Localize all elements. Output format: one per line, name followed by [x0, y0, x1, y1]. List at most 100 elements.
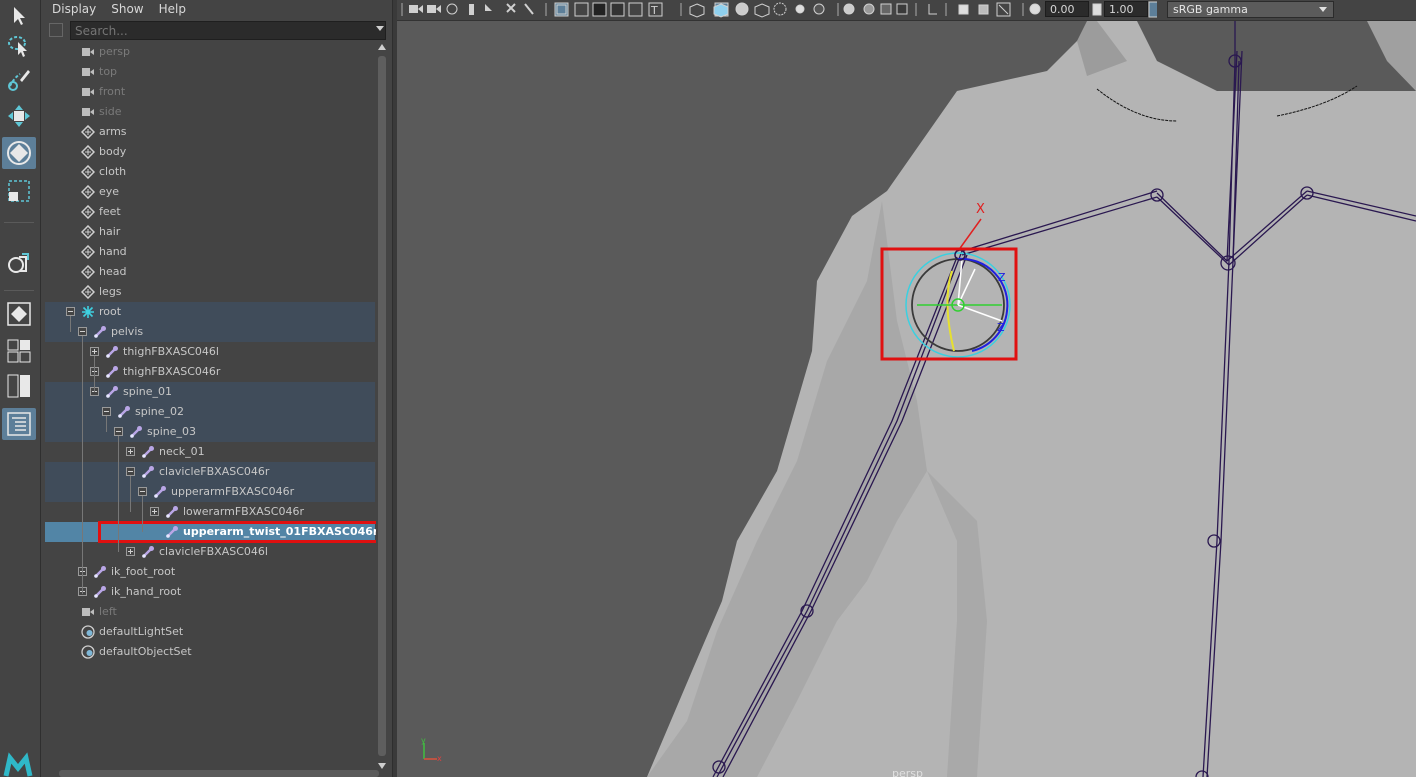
- lasso-tool-icon[interactable]: [2, 30, 36, 62]
- outliner-layout-icon[interactable]: [2, 408, 36, 440]
- outliner-item-label: top: [99, 65, 118, 78]
- outliner-item-root[interactable]: root: [45, 302, 375, 322]
- joint-icon: [105, 345, 119, 359]
- manipulator-x-label: X: [976, 202, 985, 217]
- outliner-item-upperarm-twist-01fbxasc046r[interactable]: upperarm_twist_01FBXASC046r: [45, 521, 379, 543]
- outliner-horizontal-scrollbar[interactable]: [59, 770, 379, 777]
- tree-guide-line: [82, 336, 83, 594]
- outliner-item-label: ik_foot_root: [111, 565, 176, 578]
- outliner-item-label: upperarmFBXASC046r: [171, 485, 295, 498]
- outliner-item-label: thighFBXASC046r: [123, 365, 221, 378]
- tree-guide-line: [106, 416, 107, 432]
- expand-icon[interactable]: [90, 347, 99, 356]
- camera-icon: [81, 65, 95, 79]
- color-space-dropdown[interactable]: sRGB gamma: [1167, 1, 1334, 18]
- outliner-item-defaultobjectset[interactable]: defaultObjectSet: [45, 642, 375, 662]
- joint-icon: [93, 325, 107, 339]
- mesh-icon: [80, 164, 96, 180]
- expand-icon[interactable]: [126, 547, 135, 556]
- outliner-item-hair[interactable]: hair: [45, 222, 375, 242]
- outliner-item-legs[interactable]: legs: [45, 282, 375, 302]
- camera-icon: [81, 85, 95, 99]
- search-dropdown-icon[interactable]: [376, 26, 384, 31]
- outliner-item-head[interactable]: head: [45, 262, 375, 282]
- outliner-item-top[interactable]: top: [45, 62, 375, 82]
- joint-icon: [141, 465, 155, 479]
- camera-icon: [81, 605, 95, 619]
- exposure-field[interactable]: 0.00: [1045, 1, 1089, 17]
- collapse-icon[interactable]: [126, 467, 135, 476]
- outliner-item-label: hair: [99, 225, 121, 238]
- outliner-item-defaultlightset[interactable]: defaultLightSet: [45, 622, 375, 642]
- mesh-icon: [80, 224, 96, 240]
- viewport-3d[interactable]: X Z Z y x persp: [397, 21, 1416, 777]
- camera-icon: [81, 45, 95, 59]
- outliner-item-cloth[interactable]: cloth: [45, 162, 375, 182]
- rotate-tool-icon[interactable]: [2, 137, 36, 169]
- outliner-item-side[interactable]: side: [45, 102, 375, 122]
- joint-icon: [153, 485, 167, 499]
- outliner-item-front[interactable]: front: [45, 82, 375, 102]
- outliner-item-label: thighFBXASC046l: [123, 345, 219, 358]
- collapse-icon[interactable]: [114, 427, 123, 436]
- selected-item-highlight-box: [98, 521, 379, 543]
- outliner-item-feet[interactable]: feet: [45, 202, 375, 222]
- joint-icon: [165, 505, 179, 519]
- scale-tool-icon[interactable]: [2, 175, 36, 207]
- outliner-item-lowerarmfbxasc046r[interactable]: lowerarmFBXASC046r: [45, 502, 375, 522]
- scroll-thumb[interactable]: [378, 56, 386, 756]
- search-input[interactable]: [70, 21, 386, 40]
- tree-guide-line: [118, 436, 119, 552]
- set-icon: [81, 625, 95, 639]
- outliner-item-label: spine_02: [135, 405, 185, 418]
- viewport-toolbar-icons[interactable]: T: [397, 0, 1157, 20]
- menu-help[interactable]: Help: [159, 2, 186, 16]
- outliner-item-body[interactable]: body: [45, 142, 375, 162]
- move-tool-icon[interactable]: [2, 100, 36, 132]
- search-options-icon[interactable]: [49, 23, 63, 37]
- outliner-item-claviclefbxasc046l[interactable]: clavicleFBXASC046l: [45, 542, 375, 562]
- outliner-item-persp[interactable]: persp: [45, 42, 375, 62]
- outliner-item-left[interactable]: left: [45, 602, 375, 622]
- outliner-item-label: feet: [99, 205, 121, 218]
- outliner-item-arms[interactable]: arms: [45, 122, 375, 142]
- outliner-item-ik-foot-root[interactable]: ik_foot_root: [45, 562, 375, 582]
- outliner-tree: persp top front side arms body cloth eye feet hai…: [45, 42, 379, 772]
- outliner-item-hand[interactable]: hand: [45, 242, 375, 262]
- color-space-chevron-down-icon[interactable]: [1319, 7, 1327, 12]
- outliner-scrollbar[interactable]: [376, 42, 388, 771]
- outliner-item-ik-hand-root[interactable]: ik_hand_root: [45, 582, 375, 602]
- soft-select-tool-icon[interactable]: [2, 248, 36, 280]
- outliner-item-eye[interactable]: eye: [45, 182, 375, 202]
- scroll-down-icon[interactable]: [378, 763, 386, 769]
- menu-display[interactable]: Display: [52, 2, 96, 16]
- scroll-up-icon[interactable]: [378, 44, 386, 50]
- menu-show[interactable]: Show: [111, 2, 143, 16]
- outliner-item-upperarmfbxasc046r[interactable]: upperarmFBXASC046r: [45, 482, 375, 502]
- collapse-icon[interactable]: [78, 327, 87, 336]
- outliner-item-claviclefbxasc046r[interactable]: clavicleFBXASC046r: [45, 462, 375, 482]
- outliner-item-spine-02[interactable]: spine_02: [45, 402, 375, 422]
- outliner-item-label: clavicleFBXASC046r: [159, 465, 270, 478]
- outliner-item-label: left: [99, 605, 117, 618]
- collapse-icon[interactable]: [66, 307, 75, 316]
- collapse-icon[interactable]: [102, 407, 111, 416]
- select-tool-icon[interactable]: [2, 0, 36, 32]
- expand-icon[interactable]: [126, 447, 135, 456]
- two-pane-layout-icon[interactable]: [2, 370, 36, 402]
- camera-label: persp: [892, 767, 923, 777]
- outliner-item-spine-03[interactable]: spine_03: [45, 422, 375, 442]
- outliner-item-neck-01[interactable]: neck_01: [45, 442, 375, 462]
- paint-select-tool-icon[interactable]: [2, 63, 36, 95]
- outliner-item-label: arms: [99, 125, 127, 138]
- single-pane-layout-icon[interactable]: [2, 298, 36, 330]
- outliner-item-pelvis[interactable]: pelvis: [45, 322, 375, 342]
- gamma-field[interactable]: 1.00: [1104, 1, 1148, 17]
- collapse-icon[interactable]: [138, 487, 147, 496]
- four-pane-layout-icon[interactable]: [2, 335, 36, 367]
- maya-logo-icon: [3, 752, 33, 777]
- expand-icon[interactable]: [150, 507, 159, 516]
- outliner-item-label: root: [99, 305, 122, 318]
- outliner-item-label: side: [99, 105, 122, 118]
- camera-icon: [81, 105, 95, 119]
